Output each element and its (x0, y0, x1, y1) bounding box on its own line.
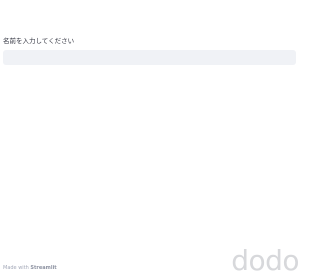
footer-prefix: Made with (3, 265, 31, 271)
name-input-label: 名前を入力してください (3, 37, 75, 45)
watermark-logo: dodo (231, 244, 299, 277)
app-page: 名前を入力してください Made with Streamlit dodo (0, 0, 300, 277)
streamlit-link[interactable]: Streamlit (30, 265, 56, 271)
name-input[interactable] (3, 50, 296, 65)
footer: Made with Streamlit (3, 265, 57, 272)
